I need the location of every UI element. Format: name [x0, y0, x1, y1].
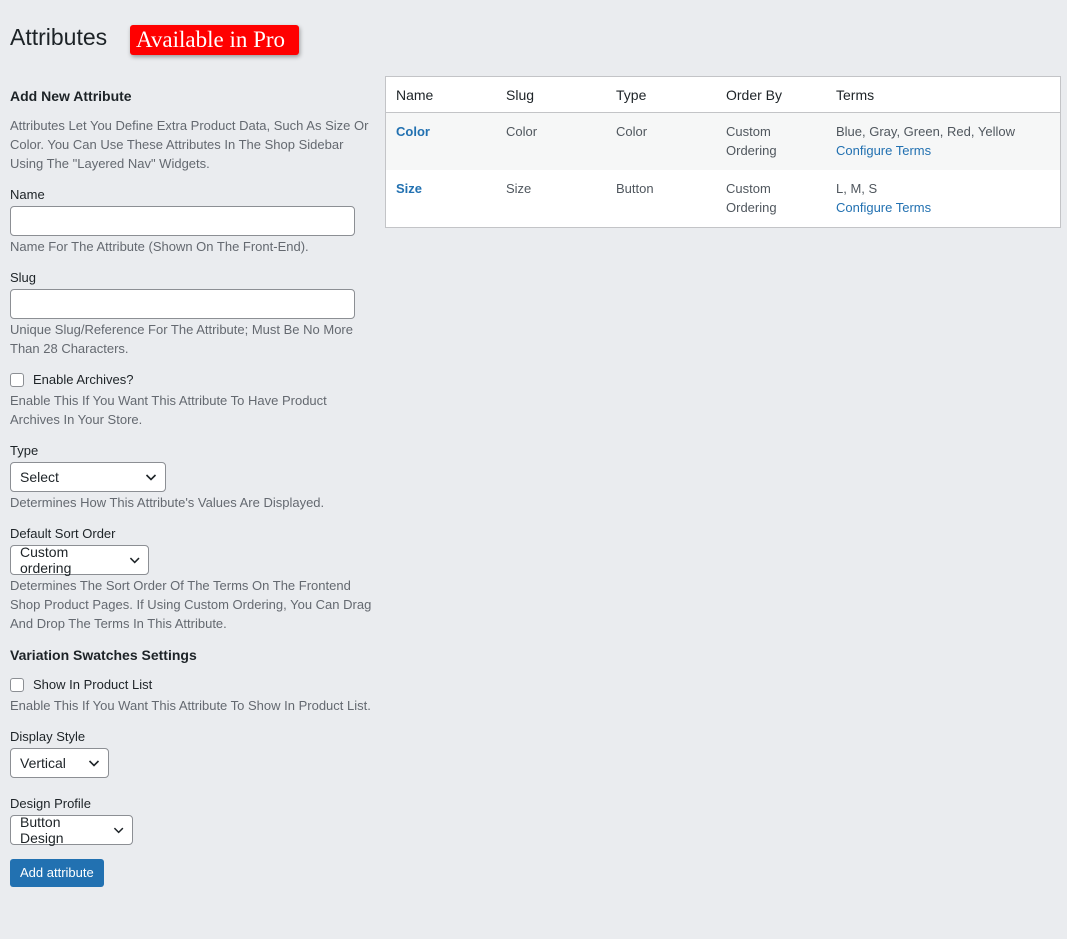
enable-archives-label[interactable]: Enable Archives? — [33, 372, 133, 387]
design-profile-label: Design Profile — [10, 796, 91, 811]
design-profile-select[interactable]: Button Design — [10, 814, 133, 846]
add-attribute-button[interactable]: Add attribute — [10, 859, 104, 887]
attribute-type: Button — [616, 181, 654, 196]
table-row: Color Color Color Custom Ordering Blue, … — [386, 112, 1060, 170]
show-in-product-list-description: Enable This If You Want This Attribute T… — [10, 698, 371, 713]
default-sort-order-label: Default Sort Order — [10, 526, 116, 541]
sort-order-description: Determines The Sort Order Of The Terms O… — [10, 578, 372, 631]
variation-swatches-heading: Variation Swatches Settings — [10, 647, 197, 663]
attribute-name-link[interactable]: Size — [396, 181, 422, 196]
show-in-product-list-checkbox[interactable] — [10, 677, 24, 692]
display-style-select[interactable]: Vertical — [10, 748, 109, 778]
chevron-down-icon — [145, 474, 157, 481]
attribute-order-by: Custom Ordering — [726, 181, 777, 215]
column-header-order-by: Order By — [716, 77, 826, 113]
name-label: Name — [10, 187, 45, 202]
name-description: Name For The Attribute (Shown On The Fro… — [10, 239, 309, 254]
attributes-table: Name Slug Type Order By Terms Color Colo… — [385, 76, 1061, 228]
column-header-slug: Slug — [496, 77, 606, 113]
type-select-value: Select — [20, 469, 59, 485]
type-label: Type — [10, 443, 39, 458]
configure-terms-link[interactable]: Configure Terms — [836, 141, 1050, 160]
slug-label: Slug — [10, 270, 37, 285]
configure-terms-link[interactable]: Configure Terms — [836, 198, 1050, 217]
sort-select-value: Custom ordering — [20, 544, 72, 576]
attribute-terms: L, M, S — [836, 181, 878, 196]
attribute-terms: Blue, Gray, Green, Red, Yellow — [836, 124, 1015, 139]
display-style-label: Display Style — [10, 729, 86, 744]
display-style-value: Vertical — [20, 755, 66, 771]
slug-input[interactable] — [10, 289, 355, 319]
attribute-terms-cell: L, M, S Configure Terms — [826, 170, 1060, 227]
column-header-type: Type — [606, 77, 716, 113]
show-in-product-list-row[interactable]: Show In Product List — [10, 677, 372, 692]
table-header-row: Name Slug Type Order By Terms — [386, 77, 1060, 113]
available-in-pro-badge[interactable]: Available in Pro — [130, 25, 300, 55]
table-row: Size Size Button Custom Ordering L, M, S… — [386, 170, 1060, 227]
attribute-slug: Color — [496, 112, 606, 170]
default-sort-order-select[interactable]: Custom ordering — [10, 544, 149, 576]
name-input[interactable] — [10, 206, 355, 236]
add-new-attribute-heading: Add New Attribute — [10, 88, 132, 104]
attribute-slug: Size — [506, 181, 532, 196]
show-in-product-list-label[interactable]: Show In Product List — [33, 677, 152, 692]
enable-archives-checkbox[interactable] — [10, 372, 24, 387]
design-profile-value: Button Design — [20, 814, 64, 846]
column-header-name: Name — [386, 77, 496, 113]
page-title: Attributes — [10, 24, 108, 50]
type-select[interactable]: Select — [10, 462, 166, 492]
enable-archives-row[interactable]: Enable Archives? — [10, 372, 372, 387]
column-header-terms: Terms — [826, 77, 1060, 113]
form-intro: Attributes Let You Define Extra Product … — [10, 118, 369, 171]
chevron-down-icon — [129, 557, 140, 564]
attribute-terms-cell: Blue, Gray, Green, Red, Yellow Configure… — [826, 112, 1060, 170]
attribute-order-by: Custom Ordering — [716, 112, 826, 170]
attribute-name-link[interactable]: Color — [396, 124, 430, 139]
add-attribute-form: Add New Attribute Attributes Let You Def… — [10, 88, 372, 887]
type-description: Determines How This Attribute's Values A… — [10, 495, 325, 510]
chevron-down-icon — [113, 827, 124, 834]
enable-archives-description: Enable This If You Want This Attribute T… — [10, 393, 327, 427]
chevron-down-icon — [88, 760, 100, 767]
slug-description: Unique Slug/Reference For The Attribute;… — [10, 322, 353, 356]
attribute-type: Color — [606, 112, 716, 170]
